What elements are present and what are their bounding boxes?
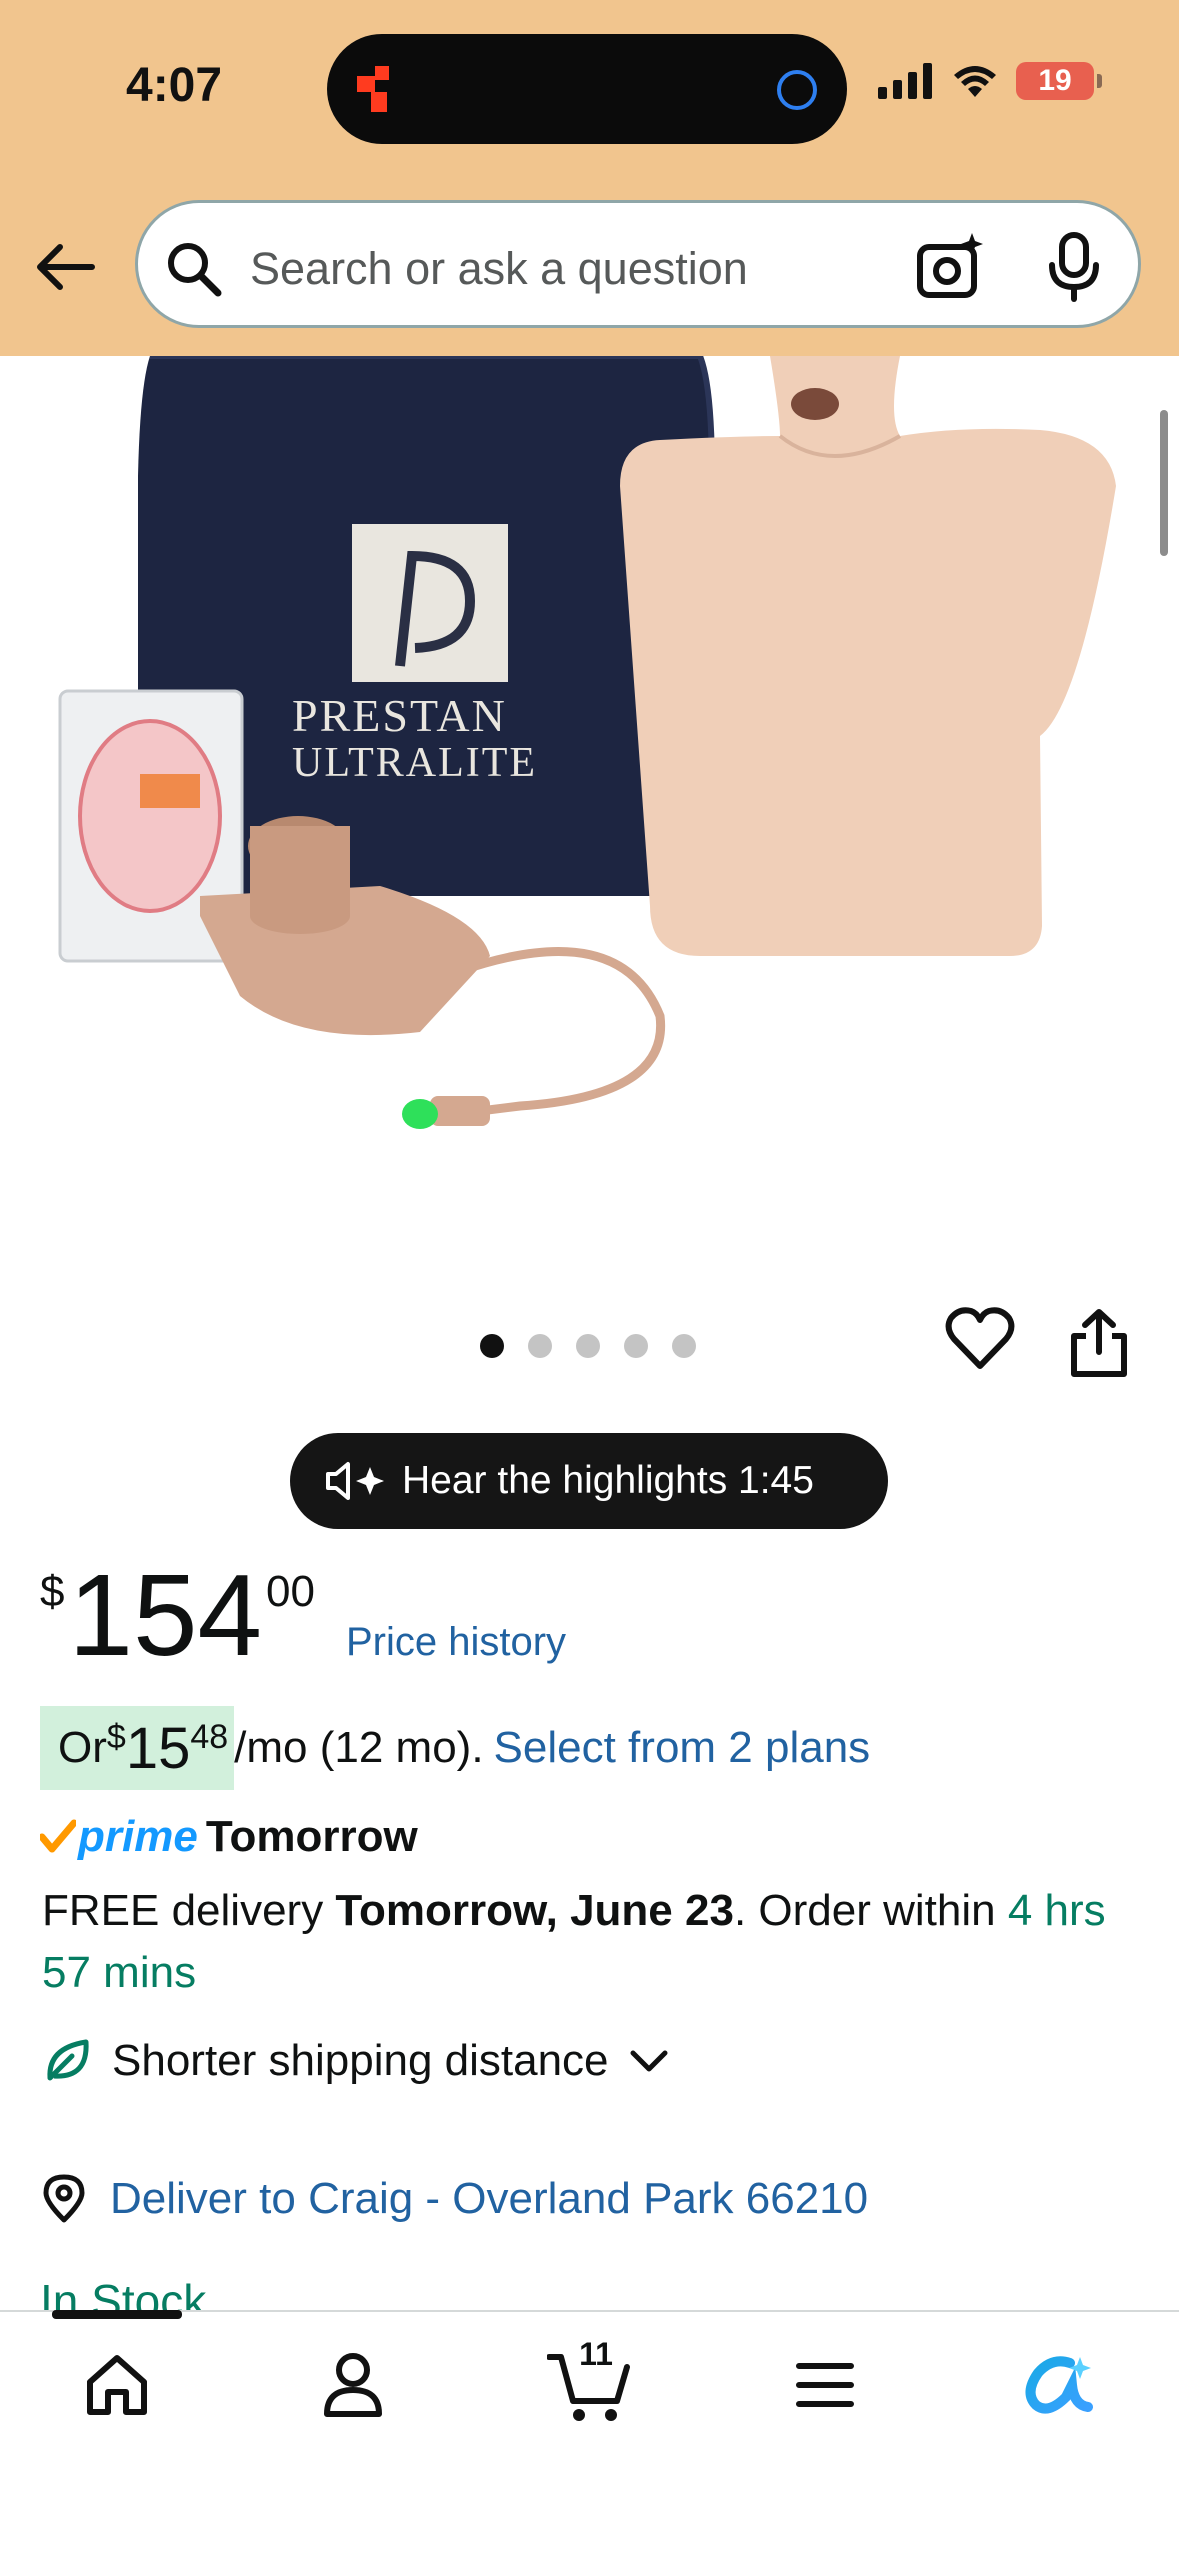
hear-highlights-label: Hear the highlights 1:45	[402, 1459, 814, 1502]
delivery-info: FREE delivery Tomorrow, June 23. Order w…	[42, 1880, 1152, 2004]
shorter-shipping-label: Shorter shipping distance	[112, 2036, 609, 2085]
product-image-gallery[interactable]: PRESTAN ULTRALITE	[0, 356, 1179, 1256]
monthly-cents: 48	[190, 1718, 229, 1756]
monthly-payment: Or $ 15 48 /mo (12 mo). Select from 2 pl…	[40, 1706, 870, 1790]
wifi-icon	[954, 66, 996, 97]
share-icon[interactable]	[1068, 1308, 1130, 1378]
check-circle-icon	[777, 70, 817, 110]
image-pager[interactable]	[480, 1334, 696, 1358]
pager-dot-4[interactable]	[624, 1334, 648, 1358]
hear-highlights-button[interactable]: Hear the highlights 1:45	[290, 1433, 888, 1529]
select-plans-link[interactable]: Select from 2 plans	[494, 1723, 871, 1773]
active-tab-indicator	[52, 2310, 182, 2319]
shorter-shipping-toggle[interactable]: Shorter shipping distance	[44, 2036, 691, 2086]
cart-count-badge: 11	[579, 2336, 613, 2372]
price-history-link[interactable]: Price history	[346, 1620, 566, 1665]
prime-badge-row: prime Tomorrow	[40, 1812, 418, 1862]
nav-menu[interactable]	[780, 2340, 870, 2430]
account-icon	[324, 2353, 382, 2417]
pager-dot-5[interactable]	[672, 1334, 696, 1358]
prime-delivery-day: Tomorrow	[205, 1812, 418, 1861]
monthly-prefix: Or	[58, 1723, 107, 1772]
rufus-assistant-icon	[1025, 2356, 1093, 2414]
home-icon	[87, 2355, 147, 2415]
nav-home[interactable]	[72, 2340, 162, 2430]
free-delivery-text: FREE delivery	[42, 1886, 336, 1935]
delivery-date: Tomorrow, June 23	[335, 1886, 734, 1935]
search-input[interactable]: Search or ask a question	[250, 243, 748, 295]
cellular-signal-icon	[878, 63, 932, 99]
location-pin-icon	[43, 2174, 85, 2223]
app-header: 4:07 19 Search or ask a question	[0, 0, 1179, 356]
search-icon	[168, 243, 222, 297]
dynamic-island	[327, 34, 847, 144]
bag-model-text: ULTRALITE	[292, 740, 537, 786]
monthly-symbol: $	[106, 1718, 126, 1756]
price-symbol: $	[40, 1567, 65, 1616]
heart-icon[interactable]	[945, 1306, 1015, 1372]
menu-icon	[796, 2363, 854, 2407]
microphone-icon[interactable]	[1044, 231, 1104, 303]
nav-account[interactable]	[308, 2340, 398, 2430]
prime-logo-text: prime	[78, 1812, 198, 1861]
search-bar[interactable]: Search or ask a question	[135, 200, 1141, 328]
bag-brand-text: PRESTAN	[292, 690, 507, 741]
nav-cart[interactable]: 11	[544, 2336, 634, 2430]
audio-sparkle-icon	[326, 1462, 384, 1500]
pager-dot-2[interactable]	[528, 1334, 552, 1358]
back-arrow-icon	[37, 244, 95, 290]
product-image: PRESTAN ULTRALITE	[58, 356, 1116, 1129]
deliver-to-label: Deliver to Craig - Overland Park 66210	[110, 2174, 869, 2223]
battery-indicator: 19	[1016, 62, 1102, 100]
price-cents: 00	[266, 1567, 315, 1616]
monthly-terms: /mo (12 mo).	[234, 1723, 484, 1772]
deliver-to-location[interactable]: Deliver to Craig - Overland Park 66210	[42, 2174, 868, 2224]
chevron-down-icon	[630, 2050, 668, 2072]
camera-search-icon[interactable]	[914, 231, 986, 303]
product-price: $ 154 00	[40, 1555, 315, 1675]
pager-dot-1[interactable]	[480, 1334, 504, 1358]
status-indicators: 19	[878, 62, 1102, 100]
price-whole: 154	[68, 1550, 263, 1680]
nav-rufus-assistant[interactable]	[1014, 2340, 1104, 2430]
order-within-text: . Order within	[733, 1886, 1008, 1935]
monthly-amount: 15	[125, 1715, 191, 1781]
monthly-amount-highlight: Or $ 15 48	[40, 1706, 235, 1790]
prime-check-icon	[40, 1819, 76, 1853]
status-time: 4:07	[126, 59, 223, 112]
live-activity-app-icon	[357, 66, 389, 112]
scroll-indicator	[1160, 410, 1168, 556]
pager-dot-3[interactable]	[576, 1334, 600, 1358]
leaf-icon	[47, 2039, 89, 2081]
back-button[interactable]	[30, 232, 100, 302]
